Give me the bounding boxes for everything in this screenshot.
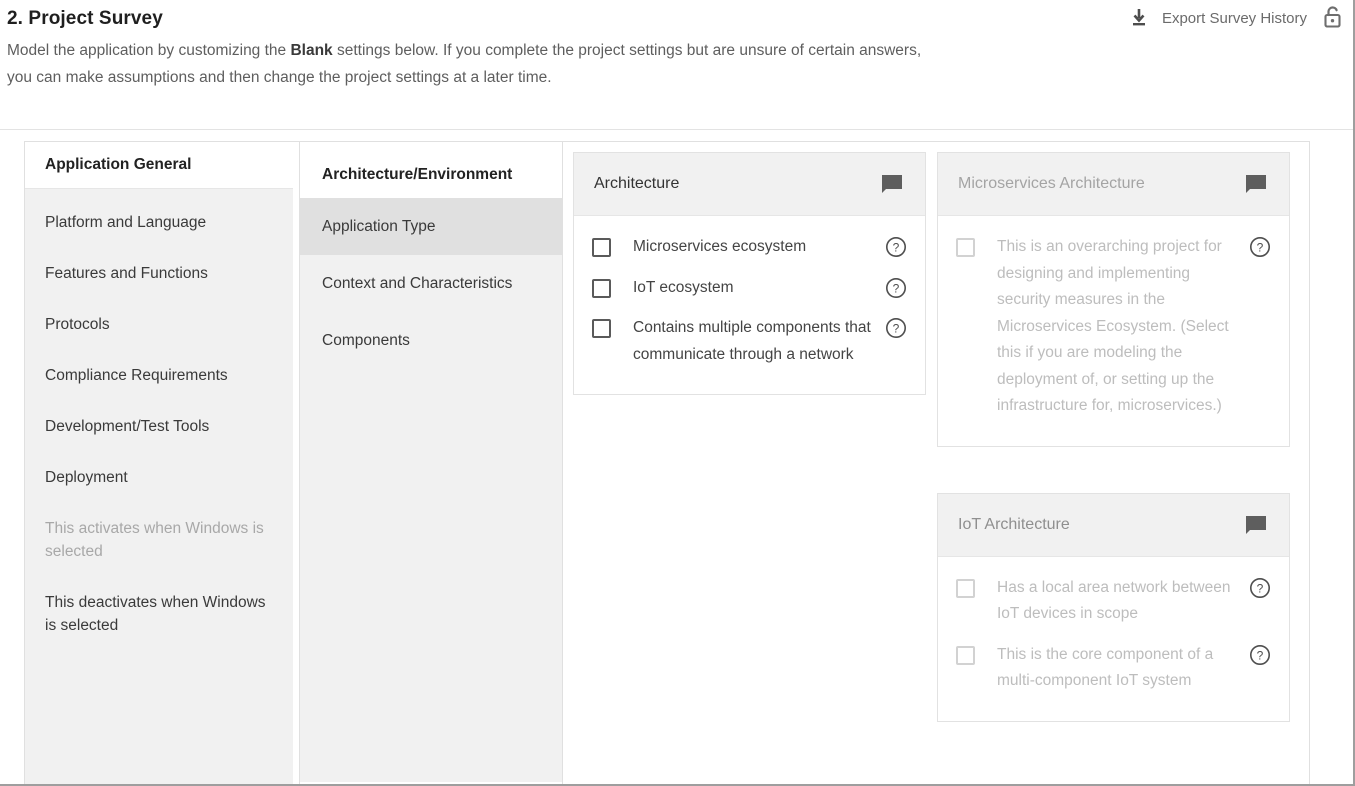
svg-text:?: ? bbox=[1257, 581, 1264, 595]
sidebar-list: Platform and Language Features and Funct… bbox=[25, 189, 293, 784]
subnav-item-context-and-characteristics[interactable]: Context and Characteristics bbox=[300, 255, 562, 312]
sidebar-item-development-test-tools[interactable]: Development/Test Tools bbox=[25, 401, 293, 452]
subnav-item-components[interactable]: Components bbox=[300, 312, 562, 369]
option-label-local-area-network: Has a local area network between IoT dev… bbox=[997, 578, 1231, 623]
checkbox-local-area-network bbox=[956, 578, 975, 598]
subnav-sections: Architecture/Environment Application Typ… bbox=[299, 142, 563, 784]
option-label-microservices-ecosystem: Microservices ecosystem bbox=[633, 238, 807, 255]
help-circle-icon[interactable]: ? bbox=[1249, 644, 1271, 666]
header-actions: Export Survey History bbox=[1128, 4, 1345, 32]
sidebar-item-protocols[interactable]: Protocols bbox=[25, 299, 293, 350]
project-survey-page: 2. Project Survey Model the application … bbox=[0, 0, 1355, 786]
page-description: Model the application by customizing the… bbox=[6, 38, 946, 91]
cards-area: Architecture Microservices ecosystem ? I… bbox=[563, 142, 1309, 784]
option-label-iot-ecosystem: IoT ecosystem bbox=[633, 278, 734, 296]
export-survey-history-label: Export Survey History bbox=[1161, 9, 1307, 27]
help-circle-icon[interactable]: ? bbox=[1249, 236, 1271, 258]
svg-text:?: ? bbox=[893, 281, 900, 295]
option-microservices-ecosystem: Microservices ecosystem ? bbox=[592, 230, 907, 267]
page-header: 2. Project Survey Model the application … bbox=[0, 0, 1353, 130]
sidebar-item-platform-and-language[interactable]: Platform and Language bbox=[25, 197, 293, 248]
card-iot-architecture-body: Has a local area network between IoT dev… bbox=[938, 557, 1289, 721]
unlock-icon[interactable] bbox=[1321, 4, 1345, 32]
svg-text:?: ? bbox=[1257, 648, 1264, 662]
card-iot-architecture: IoT Architecture Has a local area networ… bbox=[937, 492, 1290, 722]
comment-icon[interactable] bbox=[879, 173, 905, 195]
description-text-1: Model the application by customizing the bbox=[7, 42, 291, 59]
sidebar-header[interactable]: Application General bbox=[25, 142, 293, 189]
sidebar-sections: Application General Platform and Languag… bbox=[25, 142, 293, 784]
option-label-contains-multiple-components: Contains multiple components that commun… bbox=[633, 319, 871, 363]
download-icon bbox=[1128, 6, 1150, 30]
option-local-area-network: Has a local area network between IoT dev… bbox=[956, 571, 1271, 634]
subnav-item-application-type[interactable]: Application Type bbox=[300, 198, 562, 255]
card-microservices-architecture-body: This is an overarching project for desig… bbox=[938, 216, 1289, 446]
sidebar-item-deployment[interactable]: Deployment bbox=[25, 452, 293, 503]
comment-icon[interactable] bbox=[1243, 173, 1269, 195]
survey-panel: Application General Platform and Languag… bbox=[24, 141, 1310, 784]
sidebar-item-features-and-functions[interactable]: Features and Functions bbox=[25, 248, 293, 299]
subnav-list: Application Type Context and Characteris… bbox=[300, 198, 562, 782]
help-circle-icon[interactable]: ? bbox=[885, 236, 907, 258]
option-overarching-project: This is an overarching project for desig… bbox=[956, 230, 1271, 426]
svg-text:?: ? bbox=[893, 240, 900, 254]
option-iot-ecosystem: IoT ecosystem ? bbox=[592, 271, 907, 308]
help-circle-icon[interactable]: ? bbox=[885, 277, 907, 299]
export-survey-history-button[interactable]: Export Survey History bbox=[1128, 6, 1307, 30]
option-contains-multiple-components: Contains multiple components that commun… bbox=[592, 311, 907, 374]
card-architecture-title: Architecture bbox=[594, 175, 680, 192]
card-microservices-architecture-header: Microservices Architecture bbox=[938, 153, 1289, 216]
card-architecture-body: Microservices ecosystem ? IoT ecosystem … bbox=[574, 216, 925, 394]
card-iot-architecture-title: IoT Architecture bbox=[958, 515, 1070, 533]
card-iot-architecture-header: IoT Architecture bbox=[938, 493, 1289, 557]
card-architecture: Architecture Microservices ecosystem ? I… bbox=[573, 152, 926, 395]
option-core-component-iot: This is the core component of a multi-co… bbox=[956, 638, 1271, 701]
subnav-header[interactable]: Architecture/Environment bbox=[300, 142, 562, 198]
checkbox-core-component-iot bbox=[956, 645, 975, 665]
sidebar-item-activates-when-windows-selected: This activates when Windows is selected bbox=[45, 520, 264, 560]
svg-text:?: ? bbox=[1257, 240, 1264, 254]
option-label-overarching-project: This is an overarching project for desig… bbox=[997, 238, 1229, 414]
card-microservices-architecture: Microservices Architecture This is an ov… bbox=[937, 152, 1290, 447]
checkbox-iot-ecosystem[interactable] bbox=[592, 278, 611, 298]
svg-text:?: ? bbox=[893, 321, 900, 335]
checkbox-overarching-project bbox=[956, 238, 975, 257]
card-column-left: Architecture Microservices ecosystem ? I… bbox=[573, 152, 926, 784]
sidebar-item-deactivates-when-windows-selected[interactable]: This deactivates when Windows is selecte… bbox=[25, 577, 293, 651]
description-highlight: Blank bbox=[290, 42, 333, 59]
card-architecture-header: Architecture bbox=[574, 153, 925, 216]
survey-body: Application General Platform and Languag… bbox=[0, 130, 1353, 784]
comment-icon[interactable] bbox=[1243, 514, 1269, 536]
help-circle-icon[interactable]: ? bbox=[885, 317, 907, 339]
option-label-core-component-iot: This is the core component of a multi-co… bbox=[997, 645, 1214, 690]
sidebar-item-compliance-requirements[interactable]: Compliance Requirements bbox=[25, 350, 293, 401]
card-column-right: Microservices Architecture This is an ov… bbox=[937, 152, 1290, 784]
help-circle-icon[interactable]: ? bbox=[1249, 577, 1271, 599]
card-microservices-architecture-title: Microservices Architecture bbox=[958, 175, 1145, 192]
checkbox-microservices-ecosystem[interactable] bbox=[592, 238, 611, 257]
checkbox-contains-multiple-components[interactable] bbox=[592, 319, 611, 338]
